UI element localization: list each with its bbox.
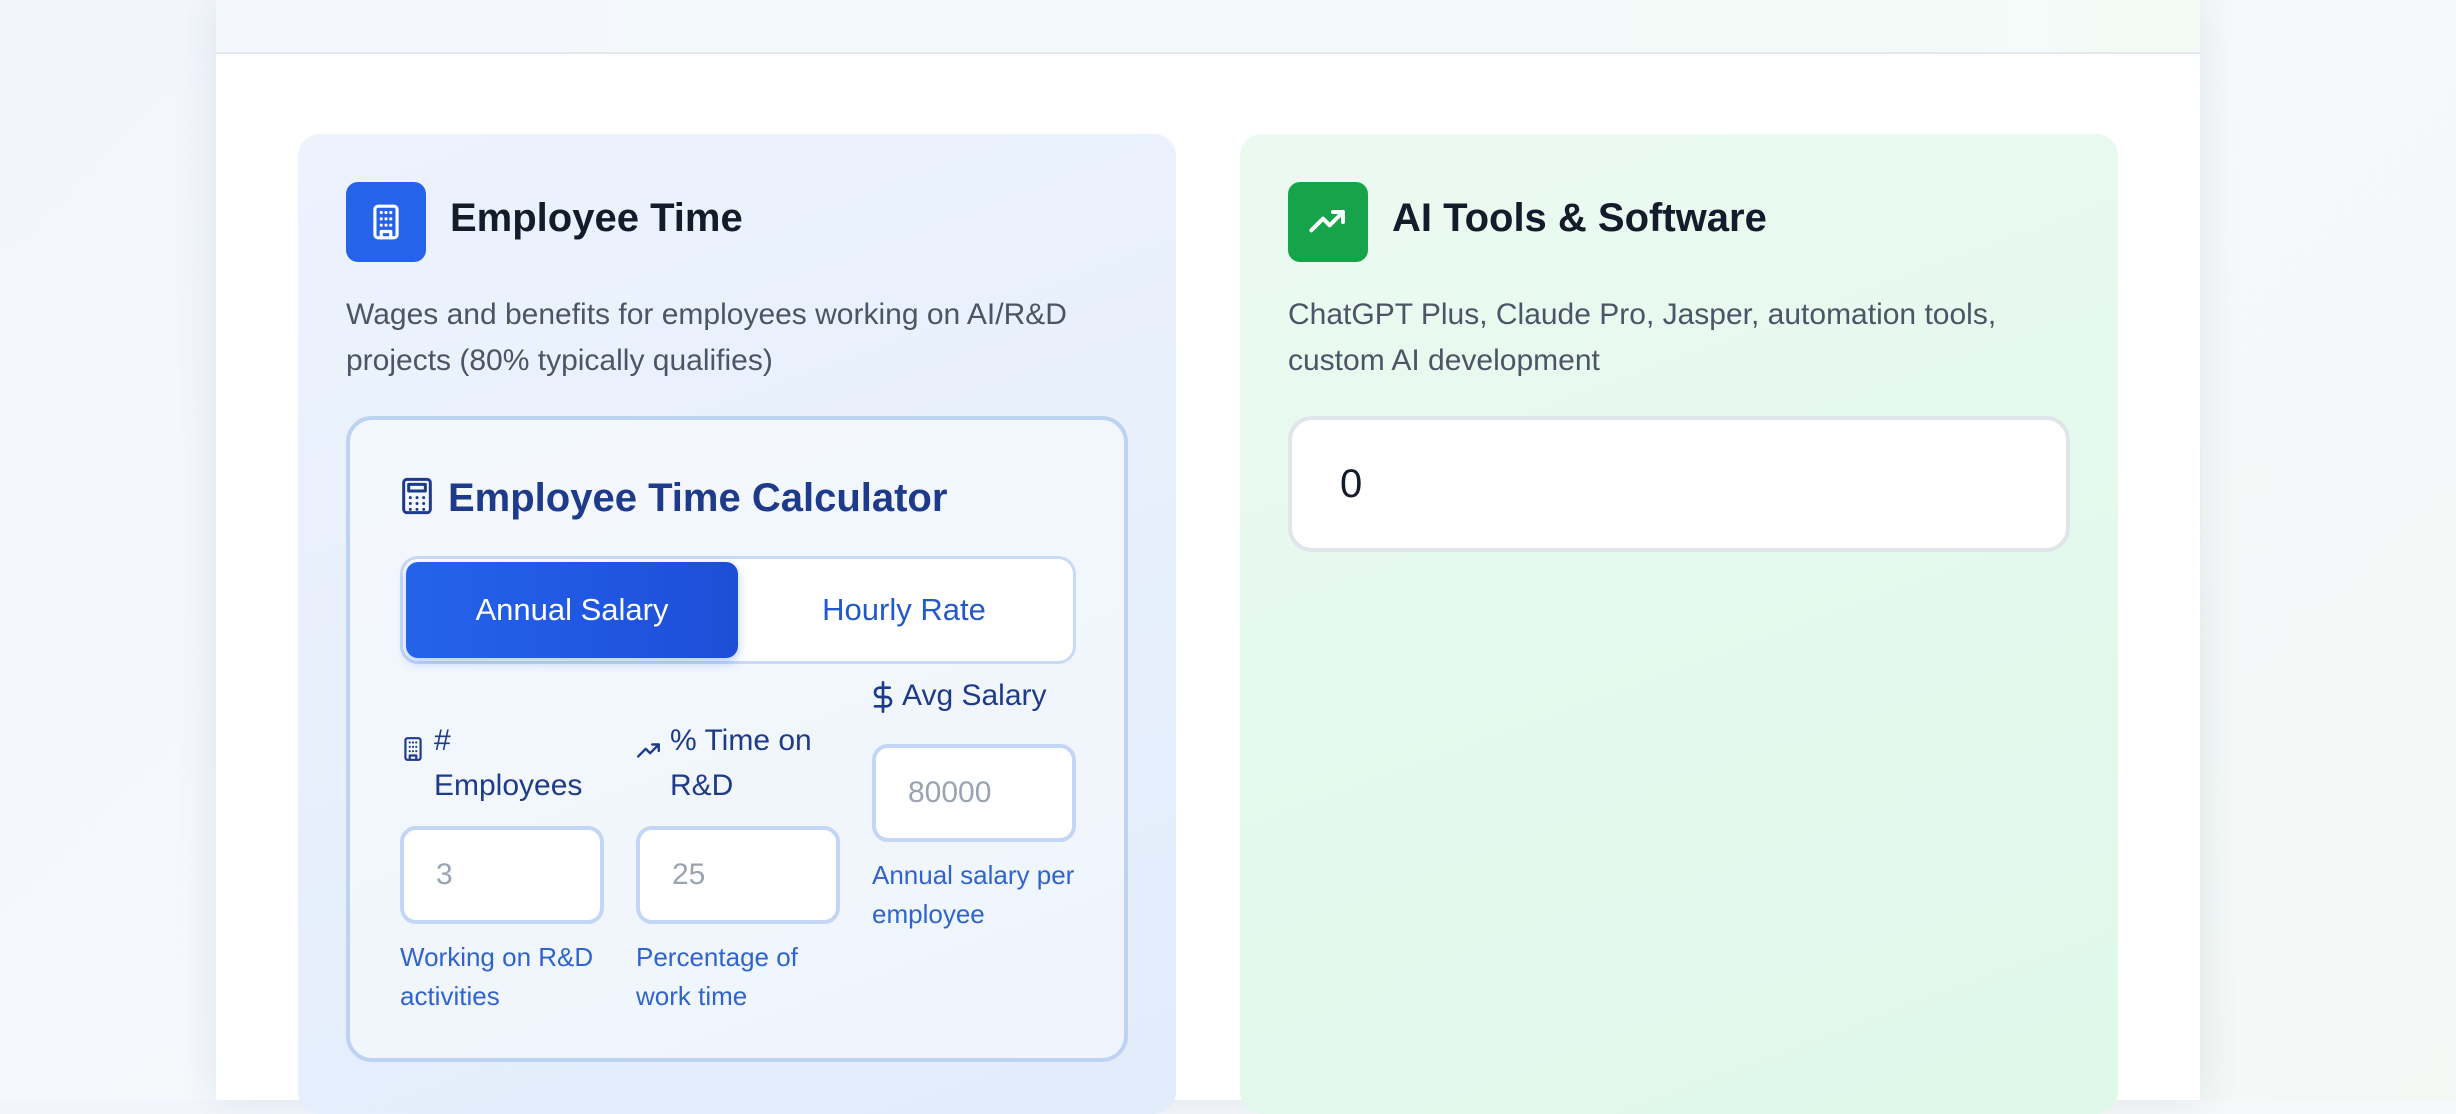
rd-time-input[interactable]: [636, 826, 840, 924]
avg-salary-field: Avg Salary Annual salary per employee: [872, 673, 1076, 934]
ai-tools-title: AI Tools & Software: [1392, 196, 1767, 240]
avg-salary-hint: Annual salary per employee: [872, 860, 1075, 929]
employee-time-card: Employee Time Wages and benefits for emp…: [298, 134, 1176, 1114]
avg-salary-label-text: Avg Salary: [902, 679, 1047, 712]
calculator-icon: [400, 476, 434, 521]
ai-tools-description: ChatGPT Plus, Claude Pro, Jasper, automa…: [1288, 298, 1997, 377]
hourly-rate-button[interactable]: Hourly Rate: [738, 562, 1070, 658]
building-icon: [400, 732, 426, 777]
employees-label: # Employees: [400, 718, 604, 808]
trending-up-icon: [1288, 182, 1368, 262]
previous-section-strip: [216, 0, 2200, 54]
page-container: Employee Time Wages and benefits for emp…: [216, 0, 2200, 1114]
avg-salary-input[interactable]: [872, 744, 1076, 842]
rd-time-field: % Time on R&D Percentage of work time: [636, 718, 840, 1016]
employees-hint: Working on R&D activities: [400, 942, 594, 1011]
employee-time-calculator: Employee Time Calculator Annual Salary H…: [346, 416, 1128, 1062]
building-icon: [346, 182, 426, 262]
rd-time-label: % Time on R&D: [636, 718, 840, 808]
dollar-icon: [872, 681, 894, 726]
rd-time-label-text: % Time on R&D: [670, 724, 812, 802]
calculator-header: Employee Time Calculator: [400, 476, 947, 521]
employees-field: # Employees Working on R&D activities: [400, 718, 604, 1016]
employees-input[interactable]: [400, 826, 604, 924]
employee-time-title: Employee Time: [450, 196, 743, 240]
ai-tools-card: AI Tools & Software ChatGPT Plus, Claude…: [1240, 134, 2118, 1114]
calculator-title: Employee Time Calculator: [448, 476, 948, 520]
employees-label-text: # Employees: [434, 724, 583, 802]
pay-mode-toggle: Annual Salary Hourly Rate: [400, 556, 1076, 664]
avg-salary-label: Avg Salary: [872, 673, 1076, 726]
trending-up-icon: [636, 732, 662, 777]
rd-time-hint: Percentage of work time: [636, 942, 798, 1011]
employee-time-description: Wages and benefits for employees working…: [346, 298, 1067, 377]
annual-salary-button[interactable]: Annual Salary: [406, 562, 738, 658]
ai-tools-amount-input[interactable]: [1288, 416, 2070, 552]
